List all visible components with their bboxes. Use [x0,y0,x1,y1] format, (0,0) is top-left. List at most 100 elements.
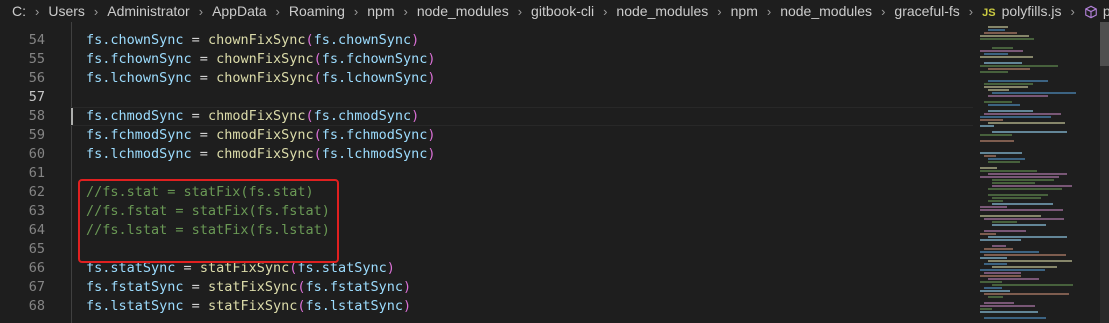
line-number-active: 57 [28,89,45,105]
breadcrumb-item-npm[interactable]: npm [365,3,396,19]
minimap-line [988,278,1039,280]
breadcrumb-item-graceful-fs[interactable]: graceful-fs [892,3,961,19]
breadcrumb-item-node-modules-3[interactable]: node_modules [778,3,874,19]
minimap-line [980,56,1033,58]
code-line[interactable]: fs.fchmodSync = chmodFixSync(fs.fchmodSy… [86,126,436,145]
minimap-line [980,251,1039,253]
breadcrumb-item-roaming[interactable]: Roaming [287,3,347,19]
code-line[interactable]: fs.chmodSync = chmodFixSync(fs.chmodSync… [86,107,419,126]
line-number: 64 [28,222,45,238]
line-number: 54 [28,32,45,48]
minimap-line [988,122,1065,124]
line-number: 55 [28,51,45,67]
minimap-line [980,152,1022,154]
code-line[interactable]: fs.lstatSync = statFixSync(fs.lstatSync) [86,297,411,316]
line-number: 62 [28,184,45,200]
minimap-line [984,53,1008,55]
breadcrumb-item-node-modules[interactable]: node_modules [415,3,511,19]
minimap-line [980,65,1058,67]
chevron-right-icon: › [968,3,974,19]
minimap-line [984,218,1064,220]
minimap[interactable] [975,22,1093,323]
chevron-right-icon: › [353,3,359,19]
chevron-right-icon: › [881,3,886,19]
line-number: 68 [28,298,45,314]
minimap-line [980,140,1014,142]
code-line[interactable]: fs.fchownSync = chownFixSync(fs.fchownSy… [86,50,436,69]
minimap-line [980,71,1008,73]
code-line[interactable]: fs.chownSync = chownFixSync(fs.chownSync… [86,31,419,50]
javascript-file-icon: JS [982,7,996,19]
minimap-line [980,50,1023,52]
breadcrumb: C: › Users › Administrator › AppData › R… [0,0,1109,22]
breadcrumb-item-node-modules-2[interactable]: node_modules [614,3,710,19]
line-number: 66 [28,260,45,276]
breadcrumb-item-file[interactable]: JS polyfills.js [980,3,1063,19]
minimap-line [988,89,1009,91]
line-number: 61 [28,165,45,181]
breadcrumb-item-npm-2[interactable]: npm [729,3,760,19]
text-cursor [71,108,73,125]
minimap-line [992,224,1046,226]
minimap-line [980,281,1002,283]
chevron-right-icon: › [403,3,408,19]
minimap-line [984,83,1033,85]
minimap-line [984,302,1014,304]
minimap-line [992,284,1073,286]
breadcrumb-item-users[interactable]: Users [46,3,87,19]
minimap-line [980,38,1034,40]
line-number: 56 [28,70,45,86]
minimap-line [980,290,1010,292]
minimap-line [980,167,997,169]
minimap-line [992,203,1053,205]
scrollbar-thumb[interactable] [1100,22,1109,66]
minimap-line [984,263,1007,265]
minimap-line [980,257,1007,259]
line-number: 58 [28,108,45,124]
minimap-line [992,131,1067,133]
method-cube-icon [1085,5,1097,19]
chevron-right-icon: › [1070,3,1075,19]
minimap-line [988,161,1020,163]
minimap-line [992,92,1076,94]
minimap-line [984,230,1026,232]
code-editor[interactable]: 54 55 56 57 58 59 60 61 62 63 64 65 66 6… [0,22,1109,323]
minimap-line [984,254,1066,256]
breadcrumb-item-symbol[interactable]: patch [1082,3,1109,19]
minimap-line [992,47,1013,49]
minimap-line [988,110,1033,112]
breadcrumb-item-gitbook-cli[interactable]: gitbook-cli [529,3,596,19]
minimap-line [980,215,1041,217]
minimap-line [988,104,1020,106]
minimap-line [984,62,1022,64]
minimap-line [992,245,1006,247]
code-line[interactable]: fs.fstatSync = statFixSync(fs.fstatSync) [86,278,411,297]
breadcrumb-item-drive[interactable]: C: [10,3,28,19]
chevron-right-icon: › [766,3,772,19]
minimap-line [980,269,1045,271]
minimap-line [992,185,1072,187]
minimap-line [988,296,1003,298]
minimap-line [992,221,1017,223]
line-number-gutter: 54 55 56 57 58 59 60 61 62 63 64 65 66 6… [0,22,45,323]
breadcrumb-item-appdata[interactable]: AppData [210,3,268,19]
breadcrumb-item-administrator[interactable]: Administrator [105,3,191,19]
minimap-line [984,272,1021,274]
minimap-line [980,209,1063,211]
code-line[interactable]: fs.lchownSync = chownFixSync(fs.lchownSy… [86,69,436,88]
minimap-line [992,182,1035,184]
indent-guide [71,22,72,323]
chevron-right-icon: › [603,3,608,19]
minimap-line [988,260,1072,262]
minimap-line [992,197,1041,199]
minimap-line [988,188,1062,190]
minimap-line [984,293,1069,295]
chevron-right-icon: › [717,3,722,19]
minimap-line [988,236,1067,238]
code-line[interactable]: fs.lchmodSync = chmodFixSync(fs.lchmodSy… [86,145,436,164]
minimap-line [988,26,1008,28]
breadcrumb-file-label: polyfills.js [1001,3,1062,19]
vertical-scrollbar[interactable] [1100,22,1109,323]
chevron-right-icon: › [275,3,280,19]
minimap-line [988,158,1025,160]
